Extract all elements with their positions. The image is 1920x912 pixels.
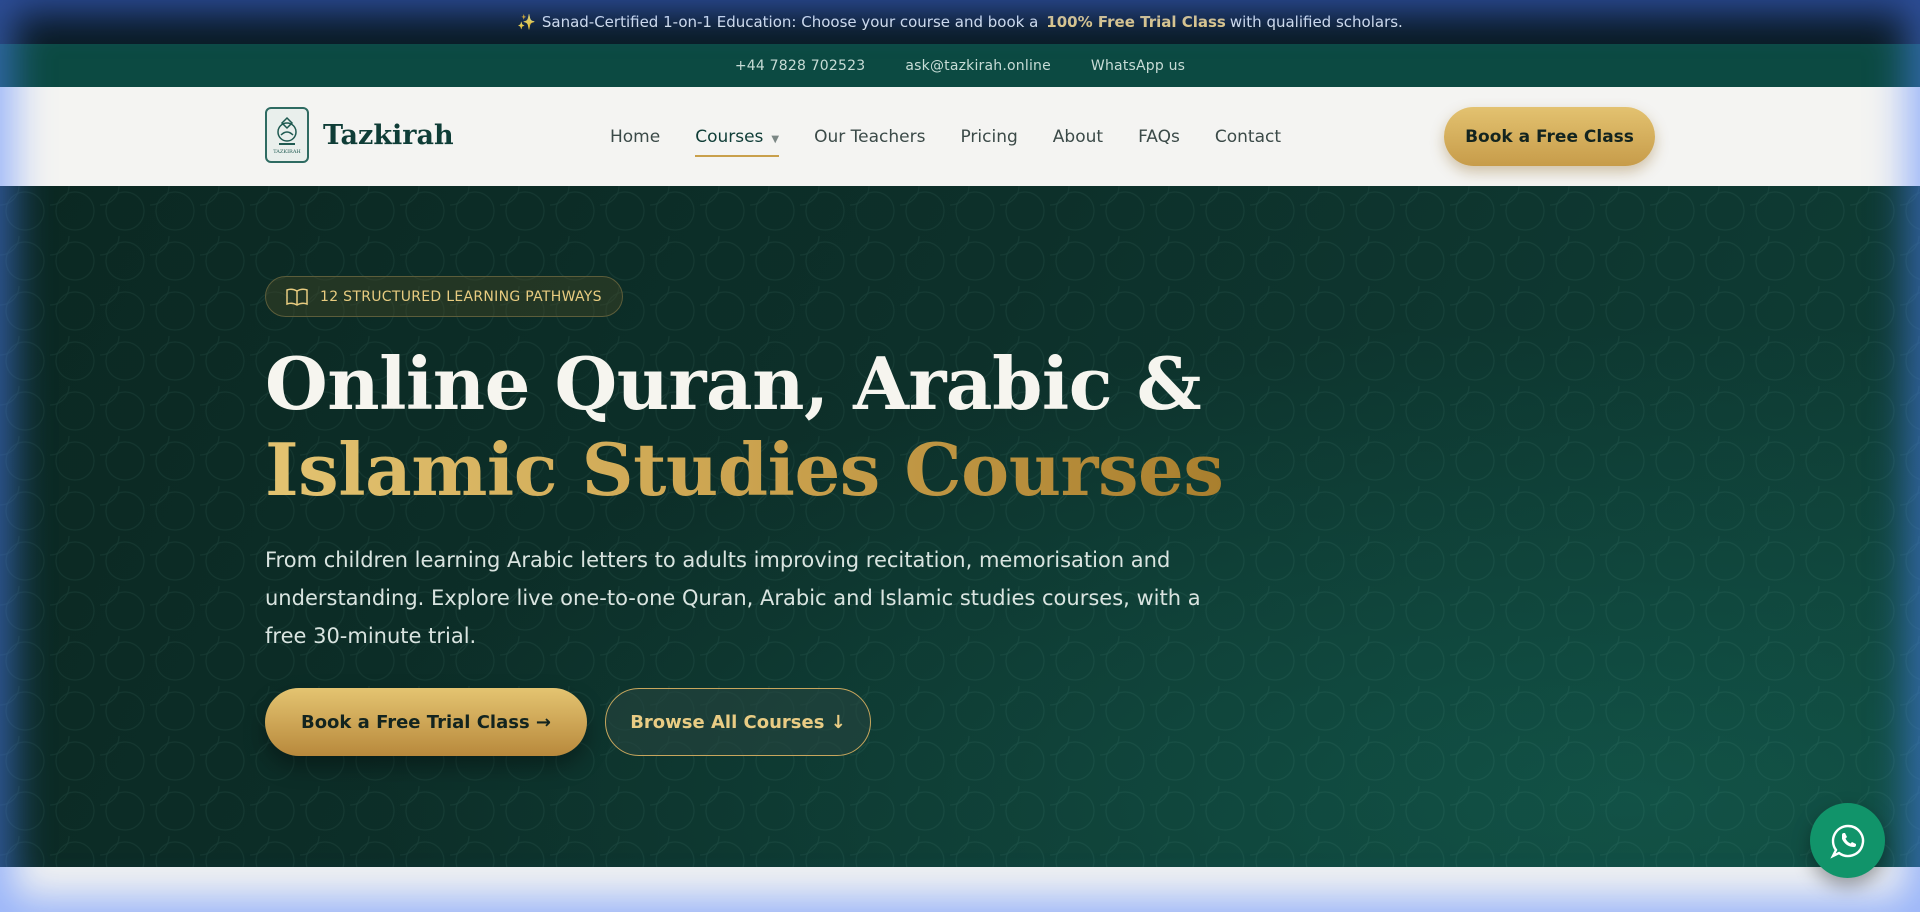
- nav-contact[interactable]: Contact: [1215, 121, 1281, 153]
- announcement-suffix: with qualified scholars.: [1229, 13, 1403, 31]
- nav-courses-label: Courses: [695, 126, 764, 147]
- whatsapp-link[interactable]: WhatsApp us: [1091, 58, 1185, 74]
- nav-our-teachers[interactable]: Our Teachers: [814, 121, 925, 153]
- pathways-badge-text: 12 STRUCTURED LEARNING PATHWAYS: [320, 288, 602, 305]
- book-free-class-button[interactable]: Book a Free Class: [1444, 107, 1655, 166]
- announcement-text: Sanad-Certified 1-on-1 Education: Choose…: [541, 13, 1039, 31]
- contact-bar: +44 7828 702523 ask@tazkirah.online What…: [0, 44, 1920, 87]
- site-header: TAZKIRAH Tazkirah Home Courses ▼ Our Teac…: [0, 87, 1920, 186]
- nav-about[interactable]: About: [1053, 121, 1103, 153]
- whatsapp-float-button[interactable]: [1810, 803, 1885, 878]
- announcement-bar: ✨ Sanad-Certified 1-on-1 Education: Choo…: [0, 0, 1920, 44]
- hero-title-line1: Online Quran, Arabic &: [265, 341, 1202, 426]
- hero-title: Online Quran, Arabic & Islamic Studies C…: [265, 341, 1224, 513]
- hero-section: 12 STRUCTURED LEARNING PATHWAYS Online Q…: [0, 186, 1920, 867]
- browse-courses-button[interactable]: Browse All Courses ↓: [605, 688, 871, 756]
- brand-name: Tazkirah: [323, 119, 454, 151]
- next-section: [0, 867, 1920, 912]
- email-link[interactable]: ask@tazkirah.online: [905, 58, 1051, 74]
- crest-icon: [277, 116, 297, 145]
- nav-faqs[interactable]: FAQs: [1138, 121, 1180, 153]
- sparkle-icon: ✨: [517, 13, 536, 31]
- phone-link[interactable]: +44 7828 702523: [735, 58, 866, 74]
- announcement-highlight: 100% Free Trial Class: [1046, 13, 1226, 31]
- pathways-badge: 12 STRUCTURED LEARNING PATHWAYS: [265, 276, 623, 317]
- nav-pricing[interactable]: Pricing: [960, 121, 1017, 153]
- hero-lead: From children learning Arabic letters to…: [265, 548, 1201, 648]
- nav-home[interactable]: Home: [610, 121, 660, 153]
- nav-courses[interactable]: Courses ▼: [695, 121, 780, 157]
- logo-badge-icon: TAZKIRAH: [265, 107, 309, 163]
- chevron-down-icon: ▼: [771, 133, 780, 145]
- logo-badge-text: TAZKIRAH: [273, 149, 301, 155]
- hero-title-line2: Islamic Studies Courses: [265, 427, 1224, 512]
- open-book-icon: [286, 287, 308, 306]
- main-nav: Home Courses ▼ Our Teachers Pricing About…: [610, 87, 1281, 186]
- book-free-trial-button[interactable]: Book a Free Trial Class →: [265, 688, 587, 756]
- whatsapp-icon: [1829, 824, 1864, 859]
- logo[interactable]: TAZKIRAH Tazkirah: [265, 107, 454, 163]
